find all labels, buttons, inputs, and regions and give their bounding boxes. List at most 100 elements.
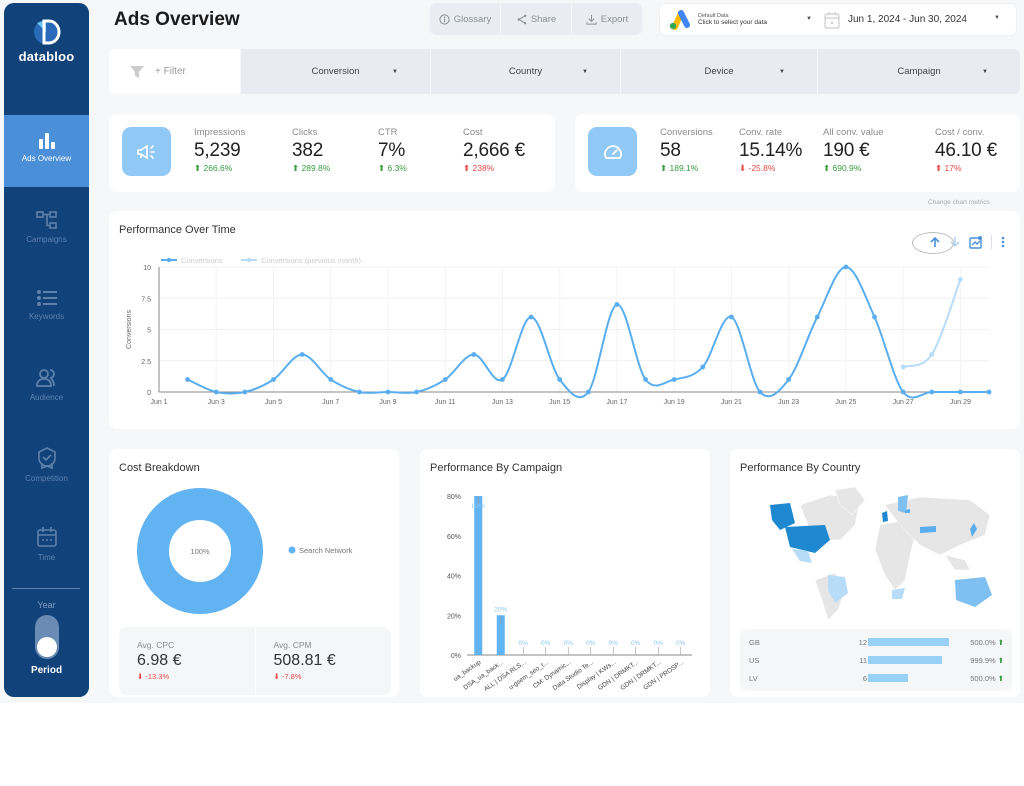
kpi-value: 15.14%	[739, 140, 803, 161]
y-tick-label: 5	[147, 328, 151, 335]
hierarchy-icon	[35, 211, 57, 229]
filter-campaign[interactable]: Campaign ▼	[817, 49, 1020, 94]
country-value: 11	[859, 655, 867, 665]
calendar-icon	[824, 11, 840, 29]
brand-logo[interactable]: databloo	[4, 17, 89, 64]
sidebar-item-campaigns[interactable]: Campaigns	[4, 194, 89, 266]
data-point	[843, 264, 849, 270]
kpi-value: 382	[292, 140, 324, 161]
sidebar-item-label: Campaigns	[26, 235, 67, 244]
databloo-logo-icon	[33, 19, 60, 45]
x-tick-label: Jun 1	[150, 399, 167, 406]
sidebar-item-keywords[interactable]: Keywords	[4, 273, 89, 345]
kpi-card-conversions: Conversions 58 ⬆ 189.1% Conv. rate 15.14…	[575, 114, 1020, 192]
sidebar-item-time[interactable]: Time	[4, 510, 89, 582]
date-range-picker[interactable]: Jun 1, 2024 - Jun 30, 2024 ▼	[824, 7, 1010, 32]
toggle-period-label: Period	[30, 665, 63, 676]
share-button[interactable]: Share	[501, 3, 572, 35]
kpi-delta: ⬆ 690.9%	[823, 163, 862, 173]
sidebar-item-label: Competition	[25, 474, 68, 483]
card-title: Performance By Country	[740, 462, 861, 474]
filter-label: Campaign	[897, 66, 941, 77]
legend-label: Search Network	[299, 546, 353, 555]
y-tick-label: 40%	[447, 574, 461, 581]
kpi-value: 58	[660, 140, 681, 161]
year-period-toggle[interactable]	[35, 615, 59, 659]
kpi-value: 5,239	[194, 140, 241, 161]
add-filter-button[interactable]: + Filter	[109, 49, 240, 94]
country-row[interactable]: GB 12 500.0% ⬆	[740, 633, 1012, 651]
kpi-value: 7%	[378, 140, 406, 161]
caret-down-icon: ▼	[779, 68, 785, 75]
annotation-circle	[912, 232, 954, 254]
sidebar: databloo Ads Overview Campaigns Keywords…	[4, 3, 89, 697]
performance-over-time-card: Performance Over Time 0 2.5 5 7.5 10 Jun 1 Jun…	[109, 211, 1020, 429]
kpi-value: 190 €	[823, 140, 870, 161]
country-row[interactable]: LV 6 500.0% ⬆	[740, 669, 1012, 687]
data-point	[643, 377, 648, 382]
filter-conversion[interactable]: Conversion ▼	[240, 49, 430, 94]
campaign-bar-chart: 0%20%40%60%80%80%ua_backup20%DSA_ua_back…	[447, 494, 692, 693]
data-source-selector[interactable]: Default Data Click to select your data ▼	[668, 8, 818, 32]
avg-cpm: Avg. CPM 508.81 € ⬇ -7.8%	[256, 627, 392, 695]
kpi-label: All conv. value	[823, 127, 884, 138]
kpi-cost-per-conv: Cost / conv. 46.10 € ⬆ 17%	[935, 127, 997, 174]
x-tick-label: Jun 17	[606, 399, 627, 406]
google-ads-logo-icon	[669, 10, 690, 30]
stat-label: Avg. CPM	[273, 640, 312, 650]
glossary-button[interactable]: Glossary	[430, 3, 501, 35]
country-row[interactable]: US 11 999.9% ⬆	[740, 651, 1012, 669]
legend-marker	[288, 546, 296, 554]
campaign-card: Performance By Campaign 0% 20% 40% 60% 80% 80…	[420, 449, 710, 697]
kpi-conversions: Conversions 58 ⬆ 189.1%	[660, 127, 713, 174]
change-metrics-hint: Change chart metrics	[928, 199, 990, 206]
map-country-tr	[920, 526, 936, 533]
page-title: Ads Overview	[114, 9, 240, 30]
country-bar	[868, 638, 949, 646]
bar-data-label: 0%	[586, 640, 596, 647]
stat-label: Avg. CPC	[137, 640, 175, 650]
export-button[interactable]: Export	[572, 3, 642, 35]
y-axis-label: Conversions	[126, 310, 133, 349]
x-tick-label: Jun 25	[835, 399, 856, 406]
x-tick-label: Jun 19	[664, 399, 685, 406]
share-icon	[517, 14, 527, 24]
sidebar-item-competition[interactable]: Competition	[4, 431, 89, 503]
sidebar-item-audience[interactable]: Audience	[4, 352, 89, 424]
x-tick-label: GDN | PROSP...	[642, 659, 685, 692]
bar-data-label: 20%	[494, 606, 507, 613]
kpi-label: CTR	[378, 127, 398, 138]
data-point	[900, 364, 906, 370]
kpi-value: 2,666 €	[463, 140, 525, 161]
bar-data-label: 0%	[564, 640, 574, 647]
filter-label: Device	[704, 66, 734, 77]
caret-down-icon: ▼	[994, 15, 1000, 21]
calendar-icon	[36, 527, 57, 547]
bar-data-label: 80%	[472, 503, 485, 510]
legend-label: Conversions (previous month)	[261, 256, 362, 265]
bar-data-label: 0%	[609, 640, 619, 647]
kpi-value: 46.10 €	[935, 140, 997, 161]
export-label: Export	[600, 13, 629, 25]
filter-device[interactable]: Device ▼	[620, 49, 817, 94]
data-point	[872, 314, 877, 320]
avg-stats: Avg. CPC 6.98 € ⬇ -13.3% Avg. CPM 508.81…	[119, 627, 391, 695]
bar-data-label: 0%	[541, 640, 551, 647]
kpi-label: Conv. rate	[739, 127, 783, 138]
sidebar-item-ads-overview[interactable]: Ads Overview	[4, 115, 89, 187]
filter-country[interactable]: Country ▼	[430, 49, 620, 94]
kpi-card-traffic: Impressions 5,239 ⬆ 266.6% Clicks 382 ⬆ …	[109, 114, 555, 192]
sidebar-divider	[12, 588, 80, 589]
map-country-us-alaska	[770, 503, 795, 530]
country-card: Performance By Country GB 12 500.0% ⬆ US…	[730, 449, 1020, 697]
y-tick-label: 20%	[447, 613, 461, 620]
badge-icon	[37, 447, 56, 469]
users-icon	[35, 369, 55, 387]
bar-data-label: 0%	[519, 640, 529, 647]
filter-bar: + Filter Conversion ▼ Country ▼ Device ▼ Ca…	[109, 49, 1020, 94]
bar-chart-icon	[38, 133, 55, 149]
megaphone-icon	[122, 127, 171, 176]
country-value: 6	[862, 673, 867, 683]
country-pct: 500.0% ⬆	[970, 637, 1004, 647]
filter-icon	[130, 65, 144, 78]
